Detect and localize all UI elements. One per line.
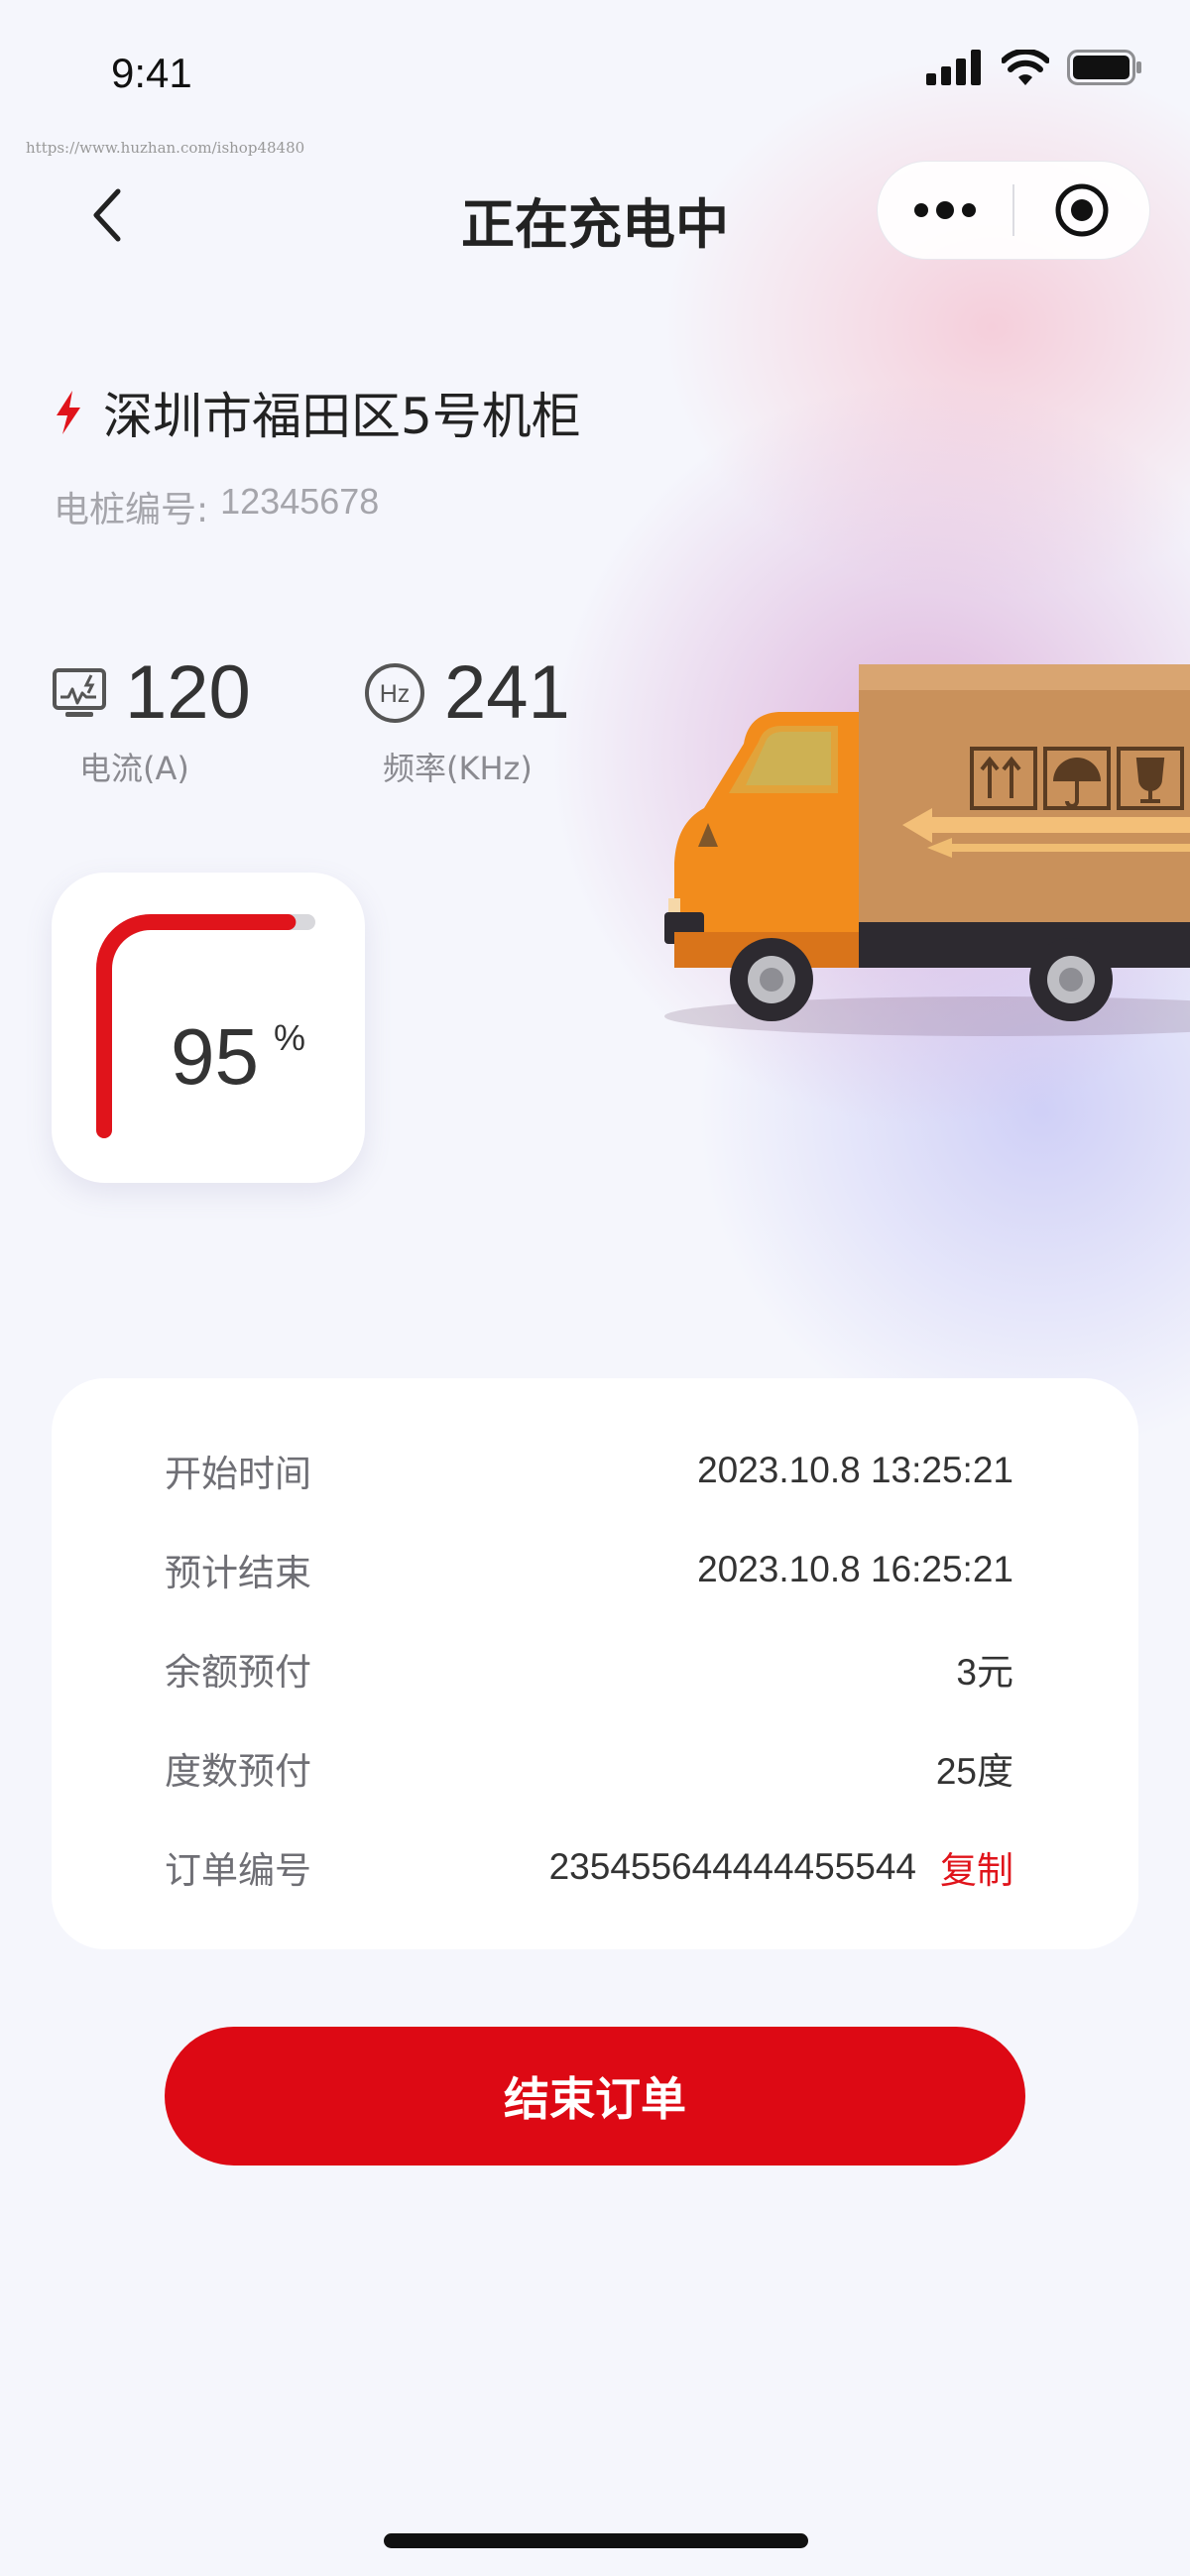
current-value: 120 bbox=[125, 650, 251, 735]
start-time-row: 开始时间 2023.10.8 13:25:21 bbox=[165, 1441, 1013, 1500]
close-capsule-button[interactable] bbox=[1014, 162, 1149, 259]
nav-bar: 正在充电中 bbox=[0, 159, 1190, 268]
kwh-prepaid-value: 25度 bbox=[935, 1751, 1013, 1792]
estimated-end-row: 预计结束 2023.10.8 16:25:21 bbox=[165, 1540, 1013, 1599]
signal-icon bbox=[926, 50, 981, 85]
station-header: 深圳市福田区5号机柜 bbox=[54, 377, 581, 448]
estimated-end-label: 预计结束 bbox=[165, 1552, 311, 1594]
more-menu-button[interactable] bbox=[878, 162, 1012, 259]
battery-percent-unit: % bbox=[274, 1017, 306, 1058]
hz-icon: Hz bbox=[365, 662, 424, 723]
order-number-label: 订单编号 bbox=[165, 1849, 311, 1892]
target-circle-icon bbox=[1055, 183, 1109, 237]
start-time-label: 开始时间 bbox=[165, 1453, 311, 1495]
copy-order-number-button[interactable]: 复制 bbox=[940, 1840, 1013, 1894]
status-bar: 9:41 bbox=[0, 0, 1190, 149]
frequency-label: 频率(KHz) bbox=[383, 750, 533, 787]
order-number-value: 235455644444455544 bbox=[548, 1846, 916, 1887]
wifi-icon bbox=[1002, 50, 1049, 85]
pile-number-label: 电桩编号: bbox=[54, 490, 209, 530]
order-number-row: 订单编号 235455644444455544 复制 bbox=[165, 1837, 1013, 1897]
order-info-card: 开始时间 2023.10.8 13:25:21 预计结束 2023.10.8 1… bbox=[52, 1378, 1138, 1949]
hz-icon-text: Hz bbox=[380, 680, 411, 708]
battery-status-icon bbox=[1067, 50, 1141, 85]
pile-number-line: 电桩编号: 12345678 bbox=[54, 481, 379, 532]
watermark-url: https://www.huzhan.com/ishop48480 bbox=[26, 139, 305, 157]
start-time-value: 2023.10.8 13:25:21 bbox=[697, 1450, 1013, 1490]
lightning-bolt-icon bbox=[57, 391, 80, 434]
home-indicator bbox=[384, 2533, 808, 2548]
order-number-group: 235455644444455544 复制 bbox=[549, 1840, 1013, 1894]
battery-percent-value: 95 bbox=[171, 1012, 259, 1101]
delivery-truck-illustration bbox=[664, 664, 1190, 1036]
balance-prepaid-value: 3元 bbox=[956, 1652, 1013, 1693]
current-stat: 120 电流(A) bbox=[52, 649, 251, 789]
monitor-pulse-icon bbox=[53, 667, 106, 717]
kwh-prepaid-row: 度数预付 25度 bbox=[165, 1738, 1013, 1798]
kwh-prepaid-label: 度数预付 bbox=[165, 1750, 311, 1793]
balance-prepaid-label: 余额预付 bbox=[165, 1651, 311, 1694]
end-order-button[interactable]: 结束订单 bbox=[165, 2027, 1025, 2166]
pile-number-value: 12345678 bbox=[220, 481, 380, 522]
station-name: 深圳市福田区5号机柜 bbox=[103, 388, 581, 445]
frequency-value: 241 bbox=[444, 650, 570, 735]
status-time: 9:41 bbox=[111, 50, 192, 96]
battery-level-card: 95 % bbox=[52, 873, 365, 1183]
frequency-stat: Hz 241 频率(KHz) bbox=[363, 649, 570, 789]
mini-program-capsule bbox=[877, 161, 1150, 260]
more-dots-icon bbox=[914, 201, 976, 219]
current-label: 电流(A) bbox=[79, 750, 189, 787]
status-icons bbox=[926, 50, 1142, 85]
balance-prepaid-row: 余额预付 3元 bbox=[165, 1639, 1013, 1698]
estimated-end-value: 2023.10.8 16:25:21 bbox=[697, 1549, 1013, 1589]
